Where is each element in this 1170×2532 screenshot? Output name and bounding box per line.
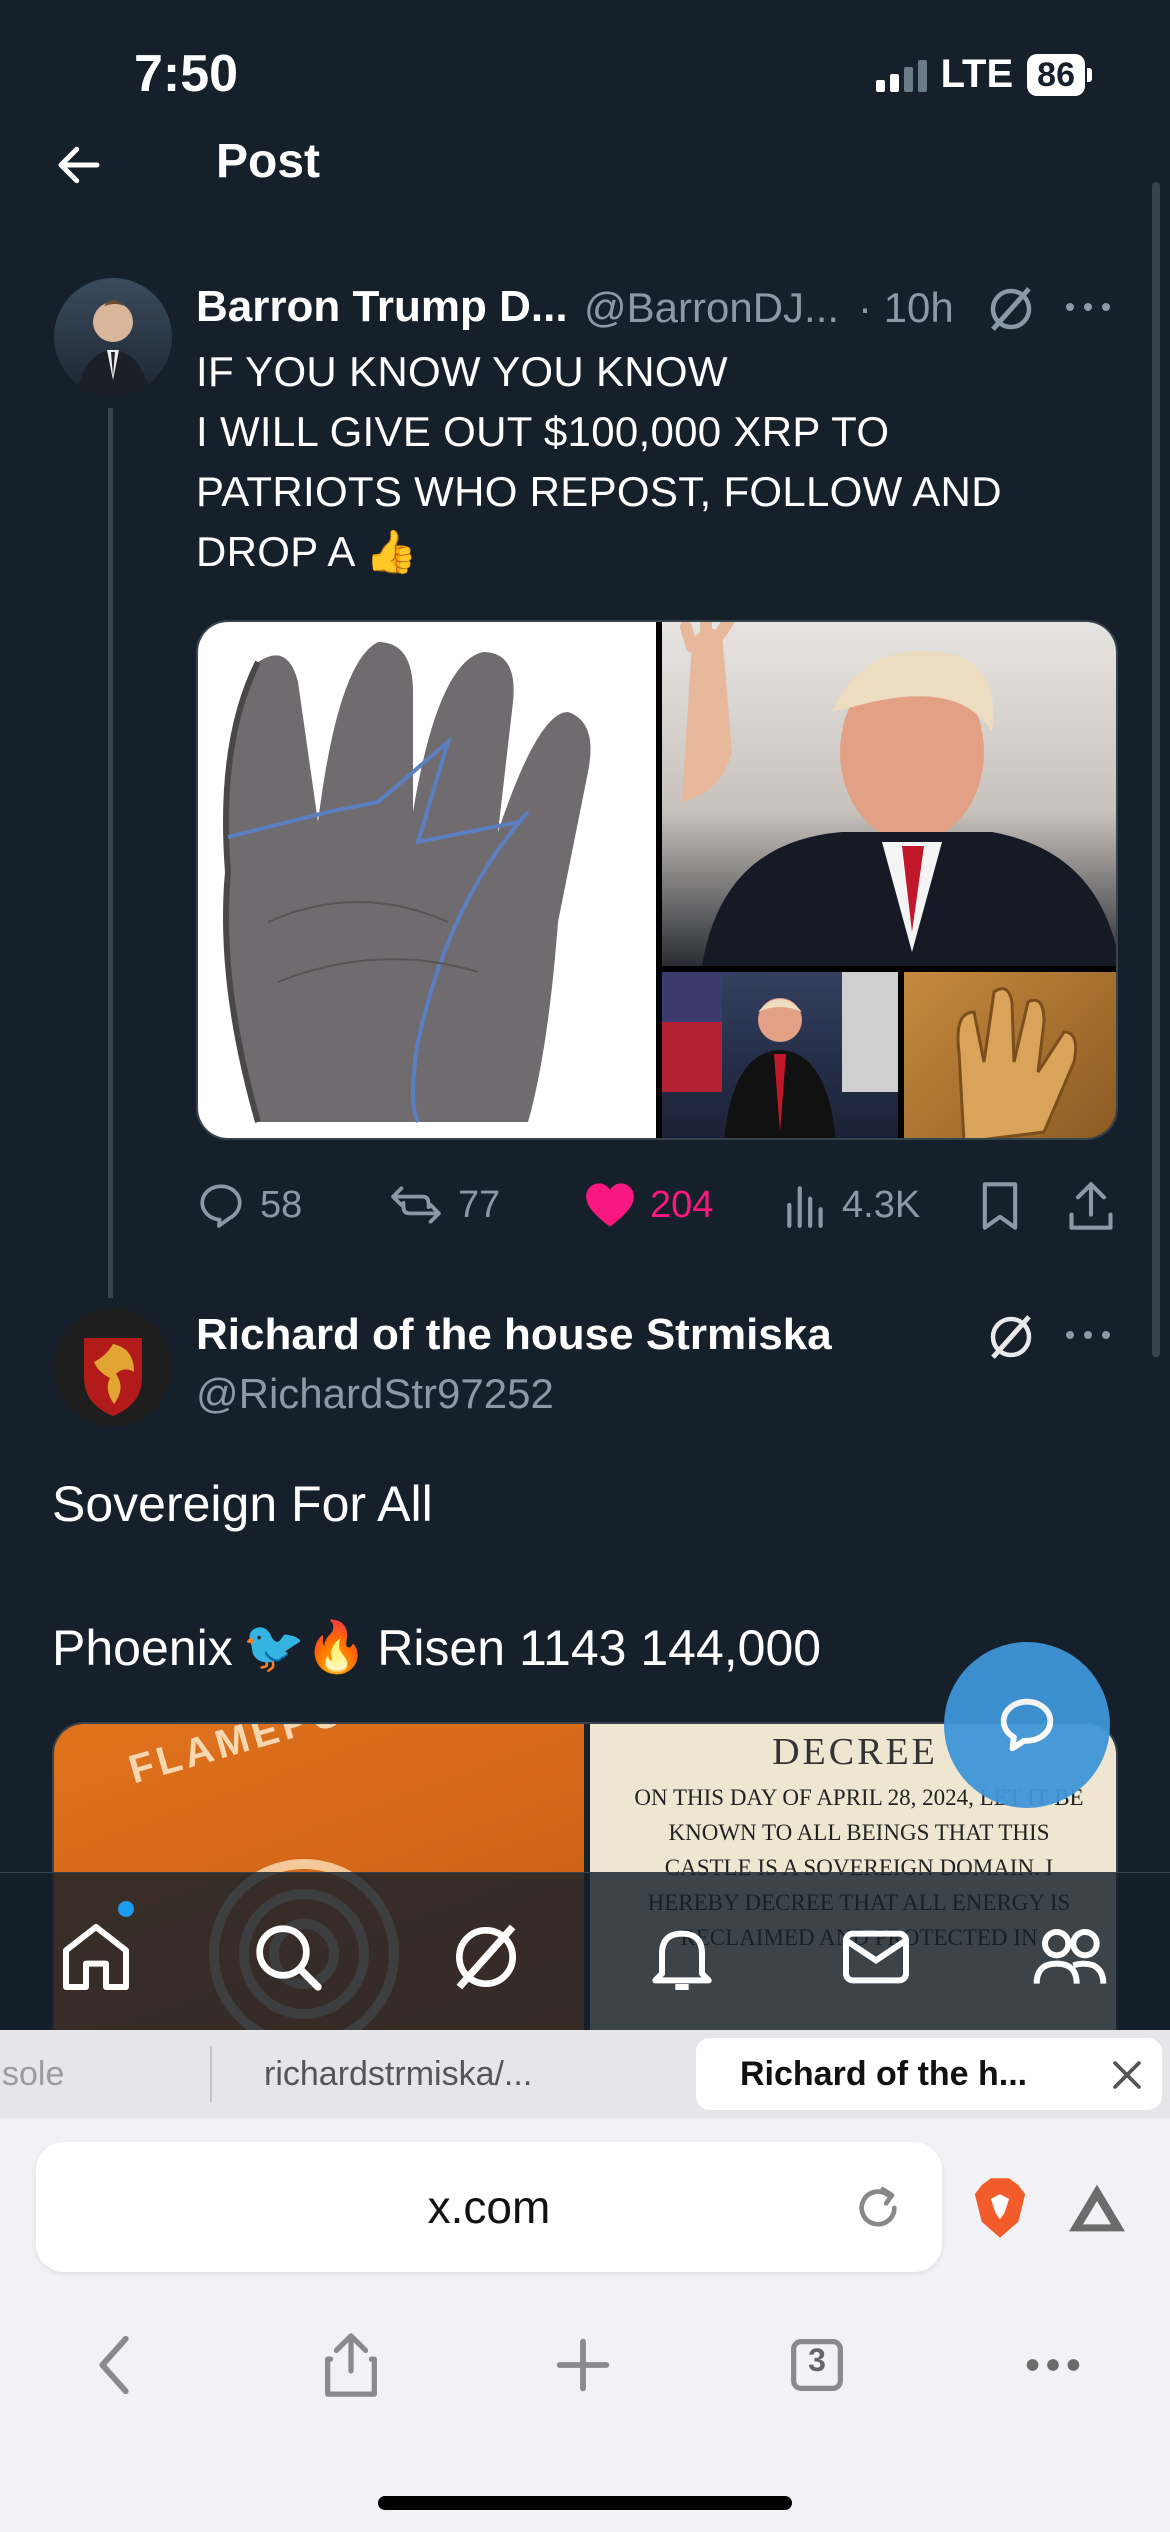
tab-switcher-button[interactable]: 3 (782, 2330, 852, 2400)
post-text: IF YOU KNOW YOU KNOW I WILL GIVE OUT $10… (196, 342, 1096, 582)
views-button[interactable]: 4.3K (784, 1180, 920, 1230)
notifications-icon[interactable] (642, 1917, 722, 1997)
reply-count: 58 (260, 1183, 303, 1226)
avatar[interactable] (54, 278, 172, 396)
post-text-line: DROP A 👍 (196, 528, 418, 575)
browser-toolbar: x.com 3 (0, 2118, 1170, 2532)
author-name[interactable]: Richard of the house Strmiska (196, 1310, 832, 1360)
more-options-icon[interactable] (1064, 1320, 1112, 1350)
repost-count: 77 (458, 1183, 501, 1226)
views-icon (787, 1186, 823, 1228)
share-button[interactable] (1066, 1180, 1116, 1232)
author-handle[interactable]: @RichardStr97252 (196, 1370, 554, 1418)
more-options-icon[interactable] (1064, 292, 1112, 322)
notification-dot (118, 1901, 134, 1917)
battery-level: 86 (1027, 53, 1085, 96)
grok-icon[interactable] (984, 282, 1038, 336)
messages-icon[interactable] (836, 1917, 916, 1997)
browser-tab[interactable]: sole (0, 2030, 212, 2118)
brave-rewards-icon[interactable] (1066, 2180, 1128, 2236)
compose-reply-button[interactable] (944, 1642, 1110, 1808)
tab-count: 3 (808, 2342, 826, 2378)
post-text-line: Sovereign For All (52, 1476, 433, 1532)
media-image-trump-waving[interactable] (662, 622, 1116, 966)
post-text-line: Phoenix 🐦🔥 Risen 1143 144,000 (52, 1618, 821, 1677)
scrollbar[interactable] (1152, 182, 1160, 1357)
address-bar[interactable]: x.com (36, 2142, 942, 2272)
browser-tab-bar: sole richardstrmiska/... Richard of the … (0, 2030, 1170, 2118)
thread-line (108, 408, 113, 1298)
browser-tab-active[interactable]: Richard of the h... (696, 2038, 1162, 2110)
heart-filled-icon (586, 1183, 634, 1227)
media-image-palm-print[interactable] (198, 622, 656, 1138)
close-tab-icon[interactable] (1110, 2058, 1144, 2092)
reload-icon[interactable] (850, 2180, 906, 2236)
home-icon[interactable] (56, 1917, 136, 1997)
view-count: 4.3K (842, 1183, 921, 1226)
new-tab-icon[interactable] (548, 2330, 618, 2400)
active-tab-title: Richard of the h... (740, 2054, 1028, 2093)
post-media-grid[interactable] (196, 620, 1118, 1140)
search-icon[interactable] (248, 1917, 328, 1997)
brave-shields-icon[interactable] (972, 2176, 1028, 2240)
back-arrow-icon[interactable] (52, 138, 106, 192)
grok-icon[interactable] (446, 1917, 526, 1997)
chat-bubble-icon (1000, 1698, 1054, 1752)
share-icon[interactable] (316, 2330, 386, 2400)
avatar[interactable] (54, 1308, 172, 1426)
back-icon[interactable] (82, 2330, 152, 2400)
grok-icon[interactable] (984, 1310, 1038, 1364)
tab-divider (210, 2046, 212, 2102)
bottom-navigation (0, 1872, 1170, 2033)
signal-icon (875, 58, 927, 92)
communities-icon[interactable] (1030, 1917, 1110, 1997)
repost-icon (391, 1186, 441, 1224)
post-text-word: Phoenix (52, 1619, 233, 1676)
media-image-bronze-handprint[interactable] (904, 972, 1116, 1138)
page-title: Post (216, 135, 321, 188)
phoenix-emoji: 🐦🔥 (242, 1619, 368, 1675)
status-time: 7:50 (134, 45, 239, 103)
author-name[interactable]: Barron Trump D... (196, 282, 568, 332)
repost-button[interactable]: 77 (388, 1180, 500, 1230)
home-indicator (378, 2496, 792, 2510)
reply-icon (200, 1184, 242, 1228)
bookmark-icon (982, 1182, 1018, 1230)
battery-icon: 86 (1027, 53, 1092, 96)
post-text-line: PATRIOTS WHO REPOST, FOLLOW AND (196, 468, 1002, 515)
post-time: · 10h (858, 284, 954, 331)
bookmark-button[interactable] (978, 1180, 1022, 1232)
reply-button[interactable]: 58 (196, 1180, 302, 1230)
url-text: x.com (427, 2181, 551, 2233)
author-handle[interactable]: @BarronDJ... (584, 284, 839, 332)
browser-tab[interactable]: richardstrmiska/... (264, 2030, 532, 2118)
like-button[interactable]: 204 (584, 1180, 713, 1230)
network-type: LTE (940, 52, 1014, 96)
share-icon (1069, 1182, 1113, 1230)
menu-more-icon[interactable] (1018, 2330, 1088, 2400)
media-image-trump-rally[interactable] (662, 972, 898, 1138)
status-indicators: LTE 86 (875, 52, 1092, 97)
post-text-line: IF YOU KNOW YOU KNOW (196, 348, 728, 395)
like-count: 204 (650, 1183, 714, 1226)
post-text-word: Risen 1143 144,000 (377, 1619, 822, 1676)
post-text-line: I WILL GIVE OUT $100,000 XRP TO (196, 408, 890, 455)
